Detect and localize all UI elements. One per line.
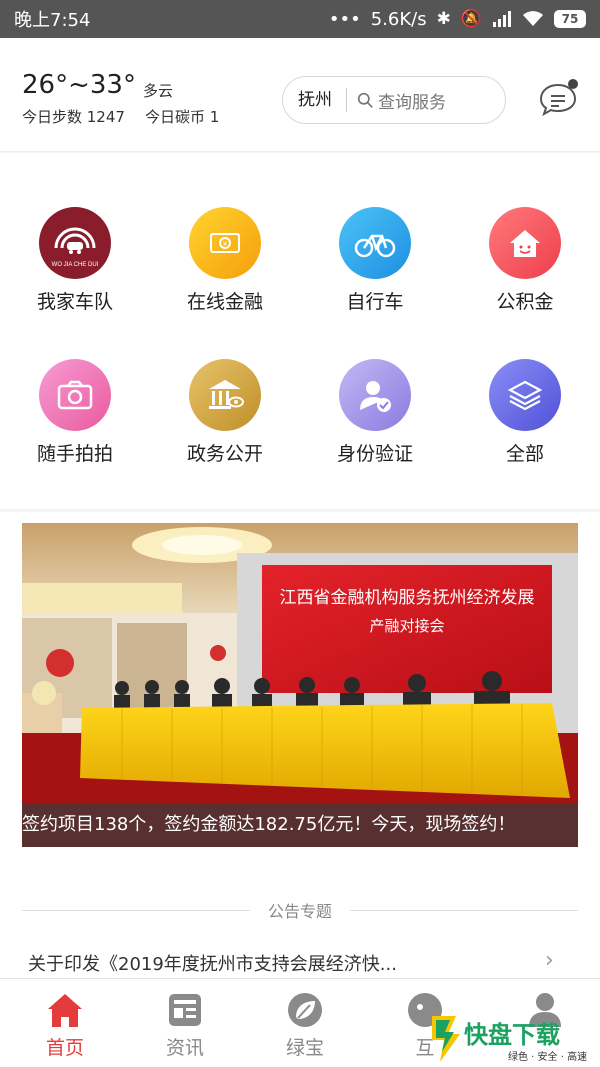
service-label: 随手拍拍 (36, 443, 113, 465)
house-fund-icon (489, 207, 561, 279)
service-all[interactable]: 全部 (450, 359, 600, 466)
money-icon: ¥ (189, 207, 261, 279)
status-time: 晚上7:54 (14, 10, 91, 31)
banner-stage-title: 江西省金融机构服务抚州经济发展 (280, 588, 535, 608)
app-header: 26°~33° 多云 今日步数 1247 今日碳币 1 抚州 查询服务 (0, 38, 600, 152)
watermark-small-text: 绿色 · 安全 · 高速 (508, 1050, 587, 1063)
tab-home[interactable]: 首页 (5, 989, 125, 1060)
city-selector[interactable]: 抚州 (283, 88, 347, 112)
bluetooth-icon: ✱ (436, 9, 451, 29)
service-label: 公积金 (496, 291, 554, 313)
banner-photo: 江西省金融机构服务抚州经济发展 产融对接会 (22, 523, 578, 847)
layers-icon (489, 359, 561, 431)
service-label: 我家车队 (36, 291, 113, 313)
service-label: 政务公开 (186, 443, 263, 465)
status-indicators: ••• 5.6K/s ✱ 🔕 75 (329, 9, 586, 30)
battery-icon: 75 (554, 10, 586, 28)
service-snapshot[interactable]: 随手拍拍 (0, 359, 150, 466)
tab-label: 绿宝 (285, 1037, 324, 1059)
service-my-car-team[interactable]: WO JIA CHE DUI 我家车队 (0, 207, 150, 314)
banner-stage-subtitle: 产融对接会 (369, 617, 444, 635)
status-dots: ••• (328, 8, 361, 30)
search-bar[interactable]: 抚州 查询服务 (282, 76, 506, 124)
service-housing-fund[interactable]: 公积金 (450, 207, 600, 314)
government-icon (189, 359, 261, 431)
identity-check-icon (339, 359, 411, 431)
service-label: 自行车 (346, 291, 404, 313)
service-id-verify[interactable]: 身份验证 (300, 359, 450, 466)
service-label: 全部 (505, 443, 544, 465)
car-team-icon: WO JIA CHE DUI (39, 207, 111, 279)
chevron-right-icon[interactable]: › (545, 948, 554, 973)
search-icon (357, 92, 373, 108)
leaf-icon (288, 993, 322, 1027)
network-speed: 5.6K/s (370, 8, 427, 30)
service-bicycle[interactable]: 自行车 (300, 207, 450, 314)
steps-today: 今日步数 1247 (22, 108, 125, 126)
news-icon (169, 994, 201, 1026)
weather-text: 多云 (143, 82, 174, 100)
notice-heading-text: 公告专题 (268, 902, 333, 921)
temperature: 26°~33° (22, 70, 136, 100)
signal-icon (493, 11, 511, 27)
banner-caption: 签约项目138个，签约金额达182.75亿元！今天，现场签约！ (22, 803, 578, 847)
notice-item[interactable]: 关于印发《2019年度抚州市支持会展经济快... (28, 950, 568, 976)
tab-news[interactable]: 资讯 (125, 989, 245, 1060)
banner-section: 江西省金融机构服务抚州经济发展 产融对接会 签约项目138个，签约金额达182.… (0, 512, 600, 860)
service-label: 在线金融 (186, 291, 263, 313)
svg-text:¥: ¥ (223, 240, 228, 248)
service-gov-open[interactable]: 政务公开 (150, 359, 300, 466)
watermark-big-text: 快盘下载 (464, 1021, 560, 1049)
search-input[interactable]: 查询服务 (378, 88, 446, 113)
mute-icon: 🔕 (460, 9, 482, 29)
home-icon (48, 994, 82, 1027)
message-icon[interactable] (537, 78, 579, 120)
wifi-icon (523, 11, 543, 26)
notice-section: 公告专题 关于印发《2019年度抚州市支持会展经济快... › (0, 860, 600, 978)
status-bar: 晚上7:54 ••• 5.6K/s ✱ 🔕 75 (0, 0, 600, 38)
kuaipan-watermark-logo: 快盘下载 绿色 · 安全 · 高速 (432, 1016, 587, 1063)
bicycle-icon (339, 207, 411, 279)
service-online-finance[interactable]: ¥ 在线金融 (150, 207, 300, 314)
news-banner[interactable]: 江西省金融机构服务抚州经济发展 产融对接会 签约项目138个，签约金额达182.… (22, 523, 578, 847)
divider (22, 909, 250, 911)
tab-green[interactable]: 绿宝 (245, 989, 365, 1060)
camera-icon (39, 359, 111, 431)
tab-label: 首页 (45, 1037, 84, 1059)
notice-heading: 公告专题 (22, 898, 579, 922)
service-grid: WO JIA CHE DUI 我家车队 ¥ 在线金融 自行车 公积金 随手拍拍 … (0, 153, 600, 509)
service-label: 身份验证 (336, 443, 413, 465)
car-team-logo-text: WO JIA CHE DUI (52, 262, 99, 268)
tab-label: 资讯 (165, 1037, 204, 1059)
divider (350, 909, 579, 911)
carbon-coins: 今日碳币 1 (145, 108, 220, 126)
